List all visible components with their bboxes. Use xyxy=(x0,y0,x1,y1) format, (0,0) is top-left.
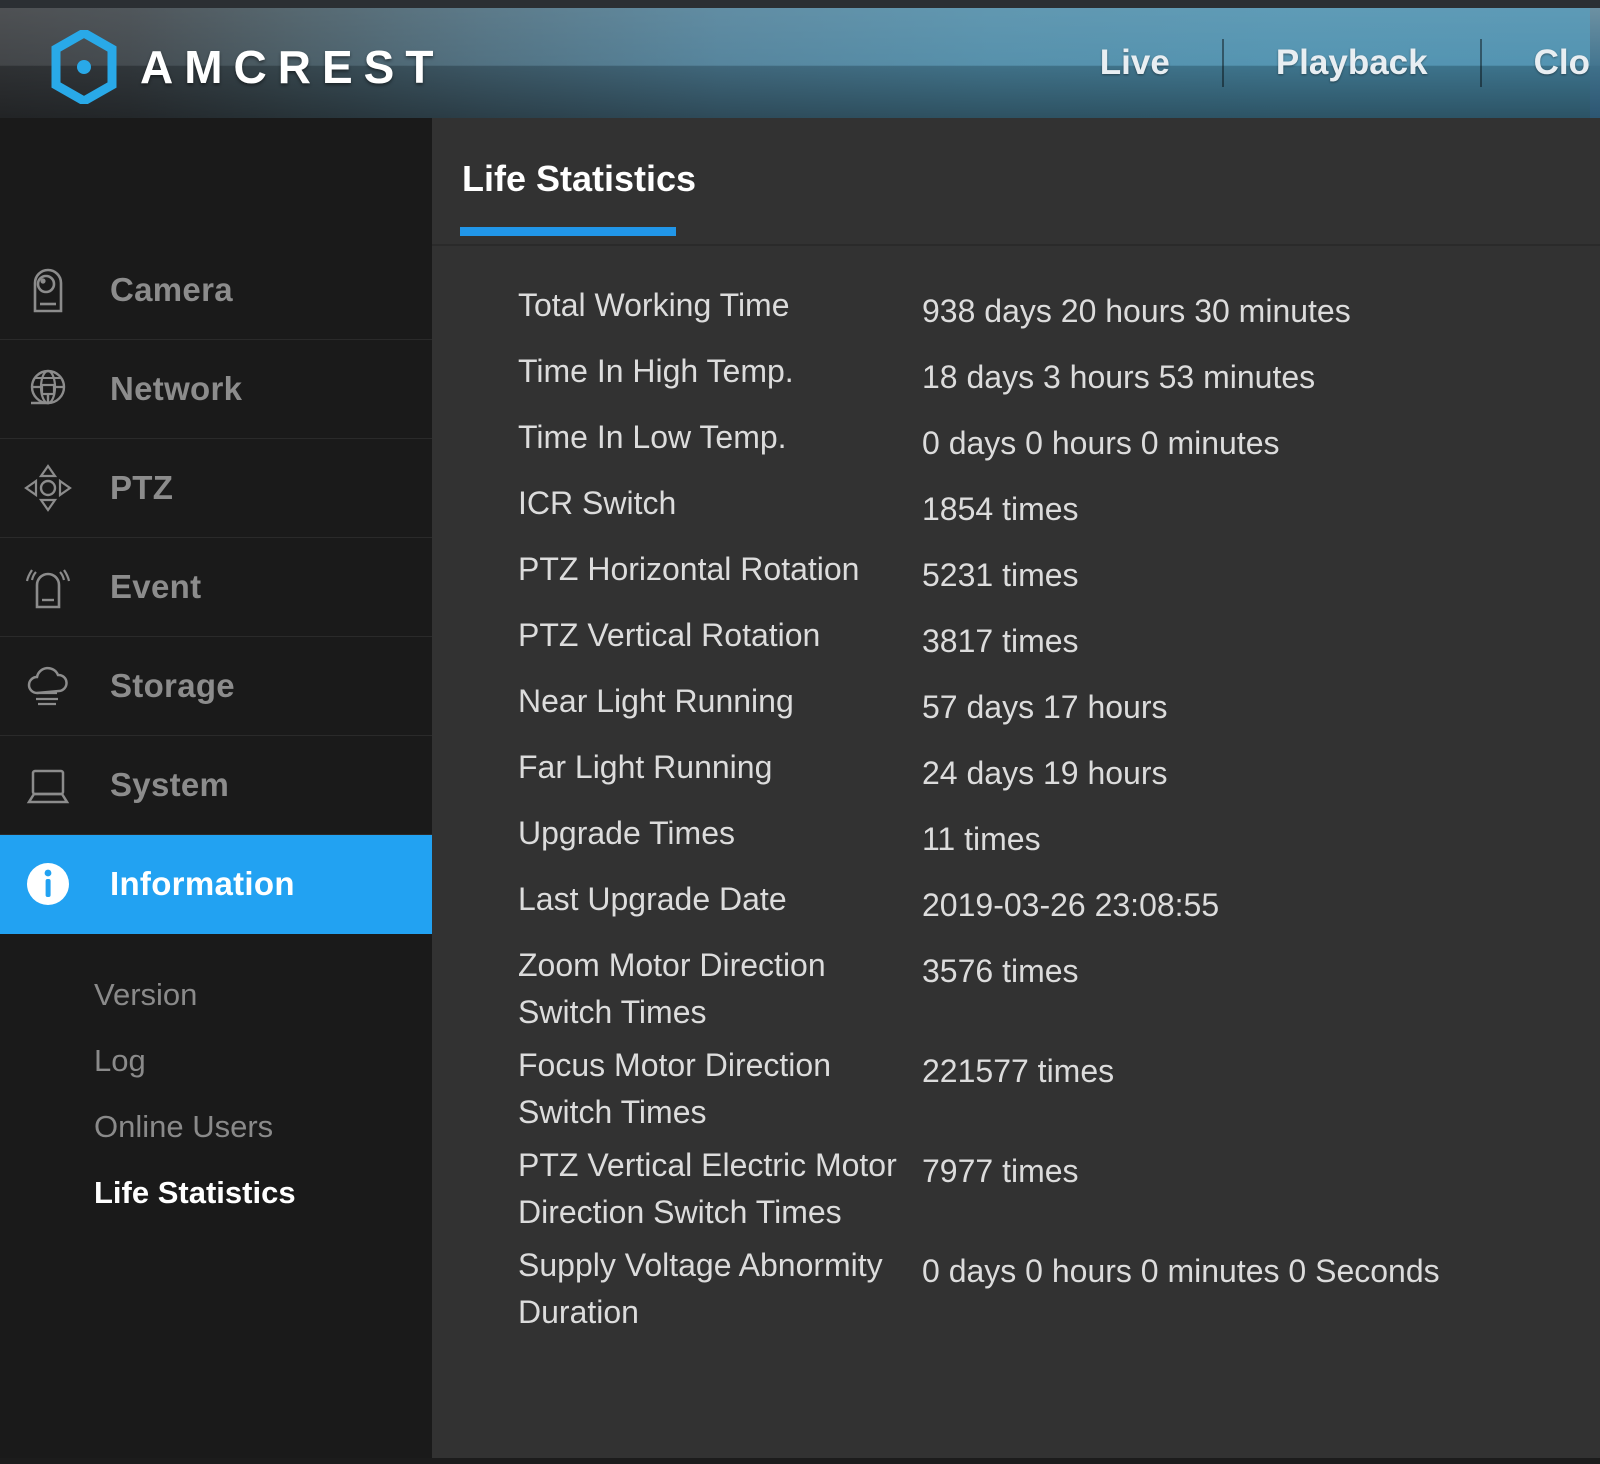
alarm-bell-icon xyxy=(16,560,80,614)
globe-network-icon xyxy=(16,362,80,416)
stat-row: Zoom Motor Direction Switch Times 3576 ti… xyxy=(432,936,1600,1036)
sidebar-item-system[interactable]: System xyxy=(0,736,432,835)
stat-value: 0 days 0 hours 0 minutes 0 Seconds xyxy=(922,1253,1440,1290)
stat-value: 0 days 0 hours 0 minutes xyxy=(922,425,1280,461)
sidebar-item-ptz[interactable]: PTZ xyxy=(0,439,432,538)
stat-label: Focus Motor Direction Switch Times xyxy=(518,1047,831,1131)
stat-label: Time In Low Temp. xyxy=(518,419,787,455)
stat-row: PTZ Horizontal Rotation 5231 times xyxy=(432,540,1600,606)
content-panel: Life Statistics Total Working Time 938 da… xyxy=(432,118,1600,1456)
monitor-system-icon xyxy=(16,758,80,812)
nav-item-live[interactable]: Live xyxy=(1048,43,1222,83)
stat-label: Last Upgrade Date xyxy=(518,881,787,917)
submenu-item-label: Log xyxy=(94,1043,146,1078)
brand-name: AMCREST xyxy=(140,41,445,93)
sidebar-item-label: Event xyxy=(110,568,202,605)
stat-label: Total Working Time xyxy=(518,287,790,323)
submenu-item-label: Life Statistics xyxy=(94,1175,296,1210)
stat-label: PTZ Vertical Electric Motor Direction Sw… xyxy=(518,1147,897,1231)
stat-row: Supply Voltage Abnormity Duration 0 days … xyxy=(432,1236,1600,1336)
main-sidebar: Camera Network PTZ Event Storage System … xyxy=(0,118,484,1464)
stat-label: Time In High Temp. xyxy=(518,353,794,389)
stat-label: PTZ Horizontal Rotation xyxy=(518,551,860,587)
stat-row: Focus Motor Direction Switch Times 221577… xyxy=(432,1036,1600,1136)
stat-value: 24 days 19 hours xyxy=(922,755,1168,791)
content-tabbar: Life Statistics xyxy=(432,118,1600,244)
stat-row: ICR Switch 1854 times xyxy=(432,474,1600,540)
cloud-storage-icon xyxy=(16,659,80,713)
stat-label: Supply Voltage Abnormity Duration xyxy=(518,1247,883,1331)
nav-item-playback[interactable]: Playback xyxy=(1224,43,1480,83)
submenu-item-log[interactable]: Log xyxy=(0,1028,432,1094)
tab-active-underline xyxy=(460,227,676,236)
stat-row: Last Upgrade Date 2019-03-26 23:08:55 xyxy=(432,870,1600,936)
header-nav: Live Playback Clo xyxy=(1048,8,1600,118)
sidebar-item-label: System xyxy=(110,766,230,803)
nav-item-cloud[interactable]: Clo xyxy=(1482,43,1600,83)
stat-label: Zoom Motor Direction Switch Times xyxy=(518,947,826,1031)
stat-value: 7977 times xyxy=(922,1153,1079,1190)
stat-label: Upgrade Times xyxy=(518,815,735,851)
stat-value: 18 days 3 hours 53 minutes xyxy=(922,359,1316,395)
ptz-directional-icon xyxy=(16,461,80,515)
stat-label: PTZ Vertical Rotation xyxy=(518,617,821,653)
submenu-item-life-statistics[interactable]: Life Statistics xyxy=(0,1160,432,1226)
stat-row: Upgrade Times 11 times xyxy=(432,804,1600,870)
sidebar-item-label: Network xyxy=(110,370,243,407)
stat-value: 57 days 17 hours xyxy=(922,689,1168,725)
sidebar-item-camera[interactable]: Camera xyxy=(0,241,432,340)
header-right-edge xyxy=(1590,8,1600,118)
camera-icon xyxy=(16,263,80,317)
sidebar-top-spacer xyxy=(0,118,432,241)
info-circle-icon xyxy=(16,856,80,912)
tab-life-statistics[interactable]: Life Statistics xyxy=(462,158,696,200)
submenu-item-label: Online Users xyxy=(94,1109,274,1144)
stat-row: PTZ Vertical Electric Motor Direction Sw… xyxy=(432,1136,1600,1236)
stat-row: Near Light Running 57 days 17 hours xyxy=(432,672,1600,738)
stat-value: 11 times xyxy=(922,821,1041,857)
stat-row: Total Working Time 938 days 20 hours 30 m… xyxy=(432,276,1600,342)
brand-logo[interactable]: AMCREST xyxy=(50,30,444,104)
submenu-item-version[interactable]: Version xyxy=(0,962,432,1028)
stat-value: 1854 times xyxy=(922,491,1079,527)
window-top-strip xyxy=(0,0,1600,8)
stat-row: Far Light Running 24 days 19 hours xyxy=(432,738,1600,804)
submenu-item-label: Version xyxy=(94,977,198,1012)
window-bottom-strip xyxy=(0,1458,1600,1464)
sidebar-item-event[interactable]: Event xyxy=(0,538,432,637)
stat-value: 2019-03-26 23:08:55 xyxy=(922,887,1220,923)
amcrest-hexagon-logo-icon xyxy=(51,30,117,104)
sidebar-item-label: Information xyxy=(110,865,295,902)
stat-value: 3576 times xyxy=(922,953,1079,989)
submenu-item-online-users[interactable]: Online Users xyxy=(0,1094,432,1160)
life-statistics-list: Total Working Time 938 days 20 hours 30 m… xyxy=(432,246,1600,1336)
stat-row: Time In Low Temp. 0 days 0 hours 0 minute… xyxy=(432,408,1600,474)
sidebar-item-label: Camera xyxy=(110,271,233,308)
information-submenu: Version Log Online Users Life Statistics xyxy=(0,934,432,1226)
stat-label: Near Light Running xyxy=(518,683,794,719)
stat-value: 938 days 20 hours 30 minutes xyxy=(922,293,1351,329)
app-header: AMCREST Live Playback Clo xyxy=(0,8,1600,118)
stat-row: Time In High Temp. 18 days 3 hours 53 min… xyxy=(432,342,1600,408)
sidebar-item-label: PTZ xyxy=(110,469,174,506)
sidebar-item-network[interactable]: Network xyxy=(0,340,432,439)
sidebar-item-label: Storage xyxy=(110,667,235,704)
stat-value: 221577 times xyxy=(922,1053,1115,1090)
stat-value: 3817 times xyxy=(922,623,1079,659)
stat-label: Far Light Running xyxy=(518,749,773,785)
sidebar-item-information[interactable]: Information xyxy=(0,835,484,934)
amcrest-camera-web-ui: AMCREST Live Playback Clo Camera Network… xyxy=(0,0,1600,1464)
sidebar-item-storage[interactable]: Storage xyxy=(0,637,432,736)
stat-row: PTZ Vertical Rotation 3817 times xyxy=(432,606,1600,672)
stat-label: ICR Switch xyxy=(518,485,677,521)
stat-value: 5231 times xyxy=(922,557,1079,593)
